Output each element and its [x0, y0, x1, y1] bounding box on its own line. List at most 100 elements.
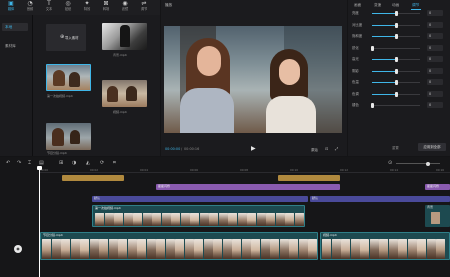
adjust-value-input[interactable]: 0 — [427, 21, 443, 28]
settings-tab-speed[interactable]: 变速 — [374, 3, 381, 8]
video-frame-thumbnail — [80, 239, 89, 259]
video-frame-thumbnail — [266, 213, 275, 226]
nav-item-library[interactable]: 素材库 — [2, 42, 28, 50]
adjust-settings-panel: 画面 变速 动画 调节 亮度 0 对比度 0 饱和度 0 锐化 0 高光 0 阴影 0 色温 0 色调 0 褪色… — [348, 0, 450, 156]
video-frame-thumbnail — [228, 213, 237, 226]
video-frame-thumbnail — [388, 239, 398, 259]
video-frame-thumbnail — [270, 239, 279, 259]
video-frame-thumbnail — [331, 239, 341, 259]
preview-canvas[interactable] — [164, 26, 342, 133]
adjust-value-input[interactable]: 0 — [427, 90, 443, 97]
adjust-slider[interactable] — [372, 34, 420, 39]
media-item-caption: 第一次拍视频.mp4 — [47, 94, 73, 98]
slider-knob[interactable] — [394, 68, 398, 74]
tab-text[interactable]: T 文本 — [40, 1, 58, 14]
play-button[interactable]: ▶ — [251, 145, 256, 152]
adjust-slider[interactable] — [372, 11, 420, 16]
video-frame-thumbnail — [142, 213, 152, 226]
settings-tab-picture[interactable]: 画面 — [354, 3, 361, 8]
adjust-value-input[interactable]: 0 — [427, 79, 443, 85]
nav-item-local[interactable]: 本地 — [2, 23, 28, 31]
media-item-video[interactable] — [102, 80, 147, 107]
settings-tab-animation[interactable]: 动画 — [392, 3, 399, 8]
adjust-slider[interactable] — [372, 22, 420, 28]
fullscreen-icon[interactable]: ⤢ — [335, 146, 338, 151]
snap-toggle-icon[interactable]: ⊙ — [388, 160, 392, 166]
split-icon[interactable]: ⌶ — [28, 160, 31, 166]
tab-media[interactable]: ▣ 媒体 — [2, 1, 20, 14]
video-frame-thumbnail — [180, 213, 190, 226]
overlay-video-clip[interactable]: 第一次拍视频.mp4 — [92, 205, 305, 227]
slider-knob[interactable] — [370, 103, 374, 108]
side-overlay-clip[interactable]: 背景 — [425, 205, 450, 227]
main-video-clip[interactable]: 节目分镜.mp4 — [40, 232, 318, 260]
tab-sticker[interactable]: ◎ 贴纸 — [59, 1, 77, 14]
playhead[interactable] — [39, 167, 40, 277]
adjust-value-input[interactable]: 0 — [427, 33, 443, 39]
slider-knob[interactable] — [394, 22, 398, 28]
mirror-icon[interactable]: ◭ — [86, 160, 90, 166]
slider-knob[interactable] — [394, 57, 398, 62]
time-current: 00:00:00 — [165, 147, 181, 151]
main-track-icon[interactable]: ◉ — [14, 245, 22, 253]
tab-adjust[interactable]: ⇌ 调节 — [135, 1, 153, 14]
import-button[interactable]: ⊕ 导入素材 — [46, 24, 86, 51]
adjust-value-input[interactable]: 0 — [427, 10, 443, 16]
adjust-slider[interactable] — [370, 45, 420, 51]
adjust-value-input[interactable]: 0 — [427, 44, 443, 51]
reverse-icon[interactable]: ◑ — [72, 160, 76, 166]
crop-icon[interactable]: ⌗ — [113, 160, 116, 166]
video-frame-thumbnail — [289, 239, 298, 259]
adjust-row: 色温 0 — [352, 79, 446, 86]
video-frame-thumbnail — [165, 239, 175, 259]
settings-tab-adjust[interactable]: 调节 — [412, 3, 419, 8]
adjust-value-input[interactable]: 0 — [427, 102, 443, 108]
main-video-clip[interactable]: 视频.mp4 — [320, 232, 450, 260]
tab-transition[interactable]: ⊠ 转场 — [97, 1, 115, 14]
adjust-slider[interactable] — [370, 103, 420, 108]
adjust-slider[interactable] — [372, 68, 420, 74]
slider-knob[interactable] — [394, 34, 398, 39]
slider-knob[interactable] — [370, 45, 374, 51]
media-item-first-video[interactable] — [46, 64, 91, 91]
slider-knob[interactable] — [394, 91, 398, 97]
video-frame-thumbnail — [241, 239, 251, 259]
effect-clip[interactable]: 星星闪烁 — [425, 184, 450, 190]
video-frame-thumbnail — [199, 213, 209, 226]
slider-knob[interactable] — [394, 80, 398, 85]
zoom-slider[interactable] — [396, 161, 440, 166]
video-frame-thumbnail — [171, 213, 180, 226]
adjust-value-input[interactable]: 0 — [427, 67, 443, 74]
tab-effects[interactable]: ✦ 特效 — [78, 1, 96, 14]
media-item-background[interactable] — [102, 23, 147, 50]
adjust-slider[interactable] — [372, 80, 420, 85]
timeline-ruler[interactable]: 00:00 00:02 00:04 00:06 00:08 00:10 00:1… — [40, 168, 450, 173]
text-clip[interactable]: 默认 — [92, 196, 308, 202]
media-item-storyboard[interactable] — [46, 123, 91, 150]
slider-knob[interactable] — [394, 11, 398, 16]
video-frame-thumbnail — [175, 239, 184, 259]
video-frame-thumbnail — [203, 239, 213, 259]
undo-icon[interactable]: ↶ — [6, 160, 10, 166]
tab-filter[interactable]: ◉ 滤镜 — [116, 1, 134, 14]
rotate-icon[interactable]: ⟳ — [100, 160, 104, 166]
adjust-value-input[interactable]: 0 — [427, 56, 443, 62]
apply-all-button[interactable]: 应用到全部 — [418, 143, 446, 151]
text-clip[interactable]: 默认 — [310, 196, 450, 202]
adjust-slider[interactable] — [372, 57, 420, 62]
playhead-handle[interactable] — [37, 166, 42, 170]
adjust-slider[interactable] — [372, 91, 420, 97]
freeze-icon[interactable]: ⊞ — [59, 160, 63, 166]
snapshot-icon[interactable]: ⊡ — [325, 146, 328, 151]
adjust-row-label: 阴影 — [352, 68, 359, 73]
effect-clip[interactable]: 星星闪烁 — [156, 184, 340, 190]
reset-button[interactable]: 重置 — [392, 145, 399, 150]
audio-clip[interactable] — [278, 175, 340, 181]
preview-panel: 播放 00:00:00 / 00:00:16 ▶ 原始 ⊡ ⤢ — [161, 0, 347, 156]
audio-clip[interactable] — [62, 175, 124, 181]
ratio-select[interactable]: 原始 — [311, 147, 318, 152]
redo-icon[interactable]: ↷ — [17, 160, 21, 166]
media-item-caption: 节目分镜.mp4 — [47, 151, 67, 155]
tab-audio[interactable]: ◔ 音频 — [21, 1, 39, 14]
media-item-caption: 背景.mp4 — [113, 53, 127, 57]
